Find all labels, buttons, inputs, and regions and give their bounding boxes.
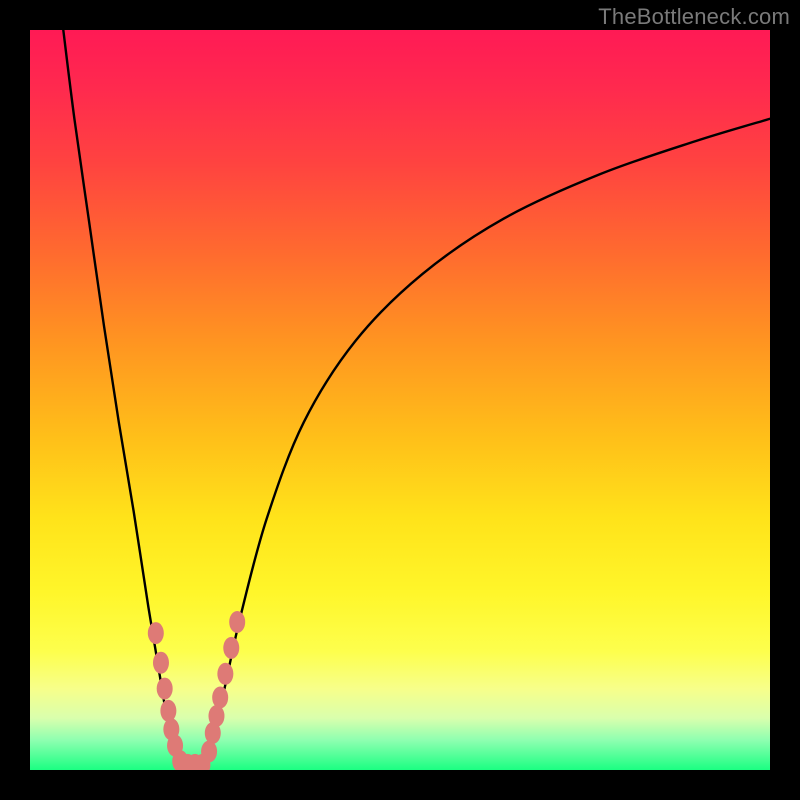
data-marker: [153, 652, 169, 674]
marker-group: [148, 611, 245, 770]
data-marker: [208, 705, 224, 727]
data-marker: [201, 741, 217, 763]
curve-group: [63, 30, 770, 770]
data-marker: [212, 686, 228, 708]
data-marker: [229, 611, 245, 633]
data-marker: [157, 678, 173, 700]
chart-overlay: [30, 30, 770, 770]
data-marker: [217, 663, 233, 685]
data-marker: [223, 637, 239, 659]
watermark-text: TheBottleneck.com: [598, 4, 790, 30]
chart-container: TheBottleneck.com: [0, 0, 800, 800]
plot-area: [30, 30, 770, 770]
data-marker: [160, 700, 176, 722]
data-marker: [148, 622, 164, 644]
curve-right-branch: [204, 119, 770, 770]
